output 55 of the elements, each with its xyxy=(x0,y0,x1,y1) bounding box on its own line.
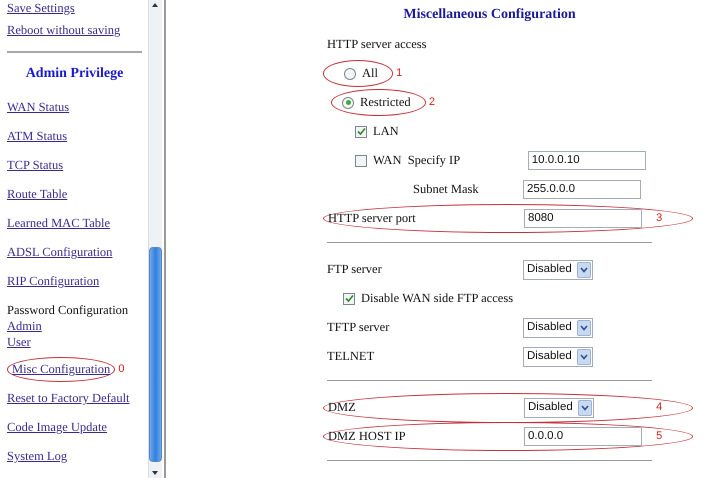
sidebar-link[interactable]: Reboot without saving xyxy=(7,21,120,40)
field-label: HTTP server access xyxy=(327,36,426,54)
text-field[interactable]: 8080 xyxy=(524,209,642,228)
annotation-number: 1 xyxy=(396,66,402,82)
sidebar-link[interactable]: ADSL Configuration xyxy=(7,243,112,262)
sidebar-link[interactable]: Code Image Update xyxy=(7,418,107,437)
sidebar-link[interactable]: ATM Status xyxy=(7,127,68,146)
sidebar-link[interactable]: TCP Status xyxy=(7,156,64,175)
caret-icon xyxy=(577,262,591,278)
dropdown[interactable]: Disabled xyxy=(523,318,593,338)
caret-icon xyxy=(577,348,591,364)
caret-icon xyxy=(577,320,591,336)
sidebar-link[interactable]: RIP Configuration xyxy=(7,272,100,291)
sidebar-link[interactable]: Admin xyxy=(7,318,42,334)
scrollbar[interactable] xyxy=(148,0,162,478)
checkbox[interactable] xyxy=(343,292,355,304)
page-title: Miscellaneous Configuration xyxy=(403,7,576,22)
sidebar-link[interactable]: System Log xyxy=(7,447,68,466)
sidebar-link[interactable]: WAN Status xyxy=(7,98,70,117)
annotation-number: 0 xyxy=(118,362,125,378)
sidebar-link[interactable]: Route Table xyxy=(7,185,68,204)
section-heading: Admin Privilege xyxy=(26,64,124,82)
checkbox-label: WAN xyxy=(373,152,402,170)
annotation-number: 3 xyxy=(656,211,662,226)
text-field[interactable]: 255.0.0.0 xyxy=(523,180,641,199)
scrollbar-thumb[interactable] xyxy=(149,247,162,462)
annotation-number: 5 xyxy=(656,429,662,444)
field-label: TFTP server xyxy=(327,320,390,334)
dropdown[interactable]: Disabled xyxy=(524,398,594,418)
annotation-number: 4 xyxy=(656,400,662,416)
text-field[interactable]: 10.0.0.10 xyxy=(528,151,646,170)
field-label: DMZ xyxy=(328,400,356,414)
sidebar-link[interactable]: Learned MAC Table xyxy=(7,214,110,233)
checkbox[interactable] xyxy=(355,126,367,138)
sidebar-link[interactable]: Misc Configuration xyxy=(7,357,116,382)
radio-option[interactable]: All xyxy=(323,60,393,87)
checkbox[interactable] xyxy=(355,154,367,166)
sidebar-link[interactable]: User xyxy=(7,334,31,350)
dropdown[interactable]: Disabled xyxy=(523,260,593,280)
sidebar-link[interactable]: Reset to Factory Default xyxy=(7,389,130,408)
checkbox-label: Disable WAN side FTP access xyxy=(361,290,514,308)
field-label: DMZ HOST IP xyxy=(328,429,406,444)
text-field[interactable]: 0.0.0.0 xyxy=(524,427,642,446)
field-label: Subnet Mask xyxy=(413,182,479,196)
sidebar-label: Password Configuration xyxy=(7,303,128,317)
field-label: Specify IP xyxy=(408,152,462,170)
field-label: TELNET xyxy=(327,349,374,364)
dropdown[interactable]: Disabled xyxy=(523,346,593,366)
annotation-number: 2 xyxy=(428,95,435,110)
caret-icon xyxy=(578,400,592,416)
radio-option[interactable]: Restricted xyxy=(331,89,426,116)
sidebar-link[interactable]: Save Settings xyxy=(7,0,75,18)
field-label: FTP server xyxy=(327,262,382,276)
field-label: HTTP server port xyxy=(328,211,416,226)
checkbox-label: LAN xyxy=(373,123,399,140)
